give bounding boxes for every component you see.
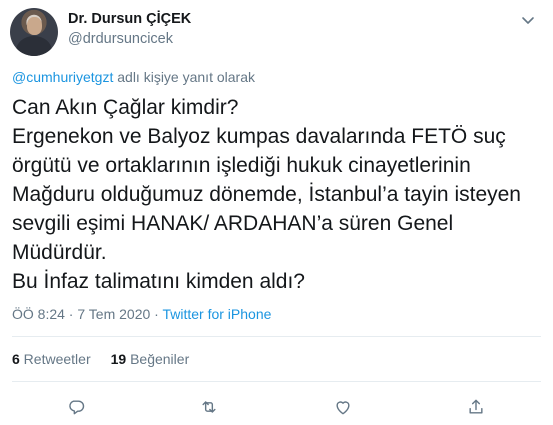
avatar-shoulders xyxy=(16,36,52,56)
author-handle[interactable]: @drdursuncicek xyxy=(68,31,173,47)
divider xyxy=(12,336,541,337)
retweets-stat[interactable]: 6 Retweetler xyxy=(12,351,91,367)
share-button[interactable] xyxy=(466,397,486,417)
avatar-face xyxy=(27,17,42,35)
reply-icon xyxy=(66,397,86,417)
share-icon xyxy=(466,397,486,417)
tweet-timestamp[interactable]: ÖÖ 8:24 · 7 Tem 2020 · xyxy=(12,306,162,322)
avatar[interactable] xyxy=(10,8,58,56)
author-name[interactable]: Dr. Dursun ÇİÇEK xyxy=(68,11,191,27)
divider xyxy=(12,381,541,382)
tweet: Dr. Dursun ÇİÇEK @drdursuncicek @cumhuri… xyxy=(0,0,553,425)
retweet-icon xyxy=(199,397,219,417)
likes-label: Beğeniler xyxy=(126,351,190,367)
tweet-meta: ÖÖ 8:24 · 7 Tem 2020 · Twitter for iPhon… xyxy=(12,306,271,322)
likes-count: 19 xyxy=(110,351,127,367)
retweet-button[interactable] xyxy=(199,397,219,417)
reply-context-text: adlı kişiye yanıt olarak xyxy=(113,69,255,85)
chevron-down-icon[interactable] xyxy=(520,12,536,28)
heart-icon xyxy=(333,397,353,417)
like-button[interactable] xyxy=(333,397,353,417)
reply-context: @cumhuriyetgzt adlı kişiye yanıt olarak xyxy=(12,69,255,85)
retweets-label: Retweetler xyxy=(19,351,91,367)
tweet-text: Can Akın Çağlar kimdir? Ergenekon ve Bal… xyxy=(12,96,521,293)
likes-stat[interactable]: 19 Beğeniler xyxy=(111,351,190,367)
tweet-source-link[interactable]: Twitter for iPhone xyxy=(162,306,271,322)
reply-mention-link[interactable]: @cumhuriyetgzt xyxy=(12,69,113,85)
retweets-count: 6 xyxy=(12,351,20,367)
tweet-stats: 6 Retweetler 19 Beğeniler xyxy=(12,351,189,367)
reply-button[interactable] xyxy=(66,397,86,417)
